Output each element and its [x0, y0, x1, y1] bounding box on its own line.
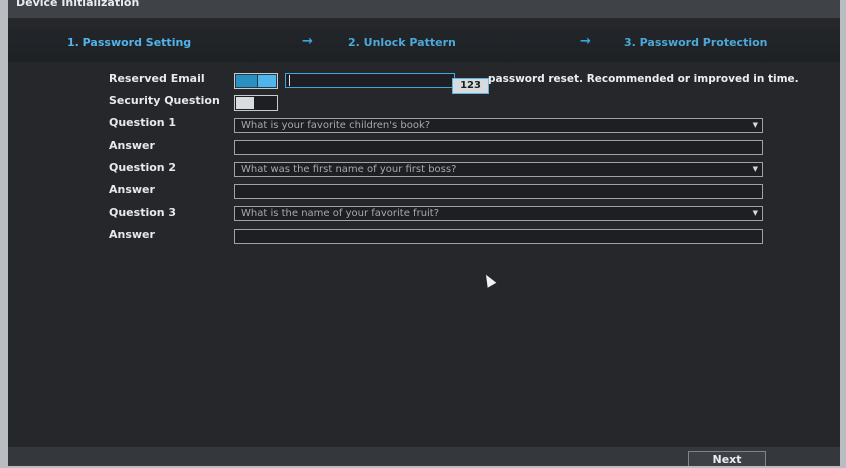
question-2-value: What was the first name of your first bo…: [241, 164, 457, 175]
chevron-down-icon: ▼: [752, 209, 758, 217]
answer-2-label: Answer: [109, 183, 155, 196]
email-hint-text: password reset. Recommended or improved …: [488, 73, 799, 85]
question-3-select[interactable]: What is the name of your favorite fruit?…: [234, 206, 763, 221]
keyboard-123-button[interactable]: 123: [452, 78, 489, 94]
question-1-label: Question 1: [109, 116, 177, 129]
step-password-protection[interactable]: 3. Password Protection: [624, 36, 768, 49]
step-unlock-pattern[interactable]: 2. Unlock Pattern: [348, 36, 456, 49]
mouse-pointer-icon: [481, 272, 497, 288]
email-input[interactable]: [285, 73, 455, 88]
security-question-label: Security Question: [109, 94, 220, 107]
answer-3-label: Answer: [109, 228, 155, 241]
step-password-setting[interactable]: 1. Password Setting: [67, 36, 191, 49]
security-question-toggle[interactable]: [234, 95, 278, 111]
chevron-down-icon: ▼: [752, 165, 758, 173]
window-titlebar: Device Initialization: [8, 0, 840, 18]
answer-3-input[interactable]: [234, 229, 763, 244]
answer-1-label: Answer: [109, 139, 155, 152]
step-arrow-icon: →: [580, 34, 591, 49]
question-2-select[interactable]: What was the first name of your first bo…: [234, 162, 763, 177]
question-2-label: Question 2: [109, 161, 177, 174]
next-button[interactable]: Next: [688, 451, 766, 466]
reserved-email-label: Reserved Email: [109, 72, 205, 85]
answer-2-input[interactable]: [234, 184, 763, 199]
question-3-label: Question 3: [109, 206, 177, 219]
reserved-email-toggle[interactable]: [234, 73, 278, 89]
question-3-value: What is the name of your favorite fruit?: [241, 208, 440, 219]
question-1-select[interactable]: What is your favorite children's book? ▼: [234, 118, 763, 133]
device-initialization-screen: Device Initialization 1. Password Settin…: [8, 0, 840, 466]
chevron-down-icon: ▼: [752, 121, 758, 129]
text-caret: [289, 75, 290, 86]
window-title: Device Initialization: [16, 0, 140, 9]
step-arrow-icon: →: [302, 34, 313, 49]
question-1-value: What is your favorite children's book?: [241, 120, 431, 131]
step-navigation: 1. Password Setting → 2. Unlock Pattern …: [8, 28, 840, 62]
answer-1-input[interactable]: [234, 140, 763, 155]
